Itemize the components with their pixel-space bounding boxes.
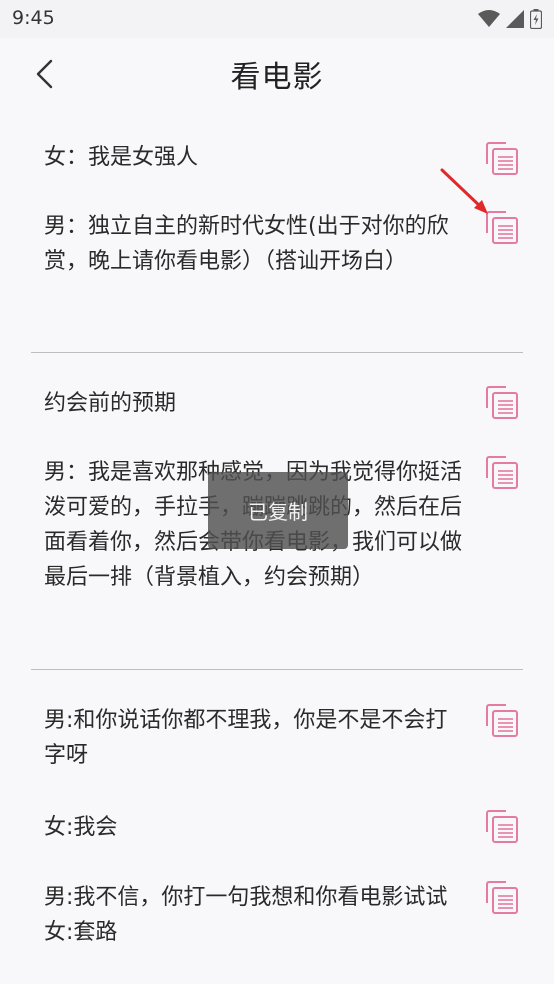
copy-button[interactable]	[484, 454, 520, 490]
divider	[31, 352, 523, 353]
wifi-icon	[478, 10, 500, 27]
annotation-arrow-icon	[440, 168, 488, 214]
toast: 已复制	[208, 472, 348, 549]
copy-icon	[486, 386, 518, 419]
copy-button[interactable]	[484, 879, 520, 915]
list-item-text: 女:我会	[44, 815, 118, 840]
divider	[31, 669, 523, 670]
list-item-text: 男：独立自主的新时代女性(出于对你的欣赏，晚上请你看电影）（搭讪开场白）	[44, 214, 449, 274]
status-bar: 9:45	[0, 0, 554, 38]
copy-button[interactable]	[484, 808, 520, 844]
copy-button[interactable]	[484, 702, 520, 738]
page-title: 看电影	[230, 60, 324, 95]
toast-text: 已复制	[248, 500, 308, 524]
list-item-text: 男:我不信，你打一句我想和你看电影试试女:套路	[44, 885, 448, 945]
status-icons	[478, 8, 542, 30]
copy-button[interactable]	[484, 384, 520, 420]
copy-icon	[486, 456, 518, 489]
copy-icon	[486, 881, 518, 914]
copy-icon	[486, 704, 518, 737]
battery-icon	[530, 9, 542, 29]
list-item-text: 约会前的预期	[44, 391, 177, 416]
copy-icon	[486, 810, 518, 843]
app-header: 看电影	[0, 38, 554, 112]
list-item-text: 男:和你说话你都不理我，你是不是不会打字呀	[44, 708, 448, 768]
status-time: 9:45	[12, 7, 55, 29]
signal-icon	[506, 10, 524, 28]
list-item-text: 女：我是女强人	[44, 145, 199, 170]
